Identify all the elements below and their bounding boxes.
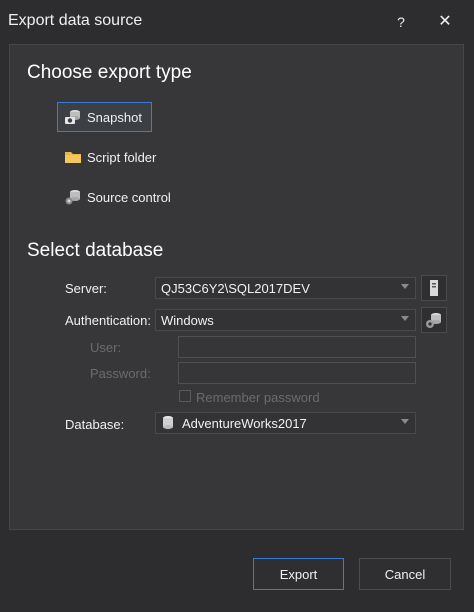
authentication-value: Windows [161,312,214,328]
folder-icon [64,149,82,165]
source-control-label: Source control [87,189,171,205]
close-button[interactable]: ✕ [432,10,458,34]
script-folder-option[interactable]: Script folder [57,142,163,172]
source-control-database-icon [64,189,82,205]
server-label: Server: [65,281,107,296]
user-input[interactable] [178,336,416,358]
browse-server-button[interactable] [421,275,447,301]
remember-password-checkbox[interactable] [179,390,191,402]
chevron-down-icon [401,316,409,321]
password-label: Password: [90,366,151,381]
window-title: Export data source [8,12,143,29]
authentication-label: Authentication: [65,313,152,328]
database-dropdown[interactable]: AdventureWorks2017 [155,412,416,434]
database-label: Database: [65,417,125,432]
cancel-button[interactable]: Cancel [359,558,451,590]
authentication-dropdown[interactable]: Windows [155,309,416,331]
connection-settings-button[interactable] [421,307,447,333]
export-type-heading: Choose export type [27,62,192,83]
export-button[interactable]: Export [253,558,344,590]
select-database-heading: Select database [27,240,164,261]
server-dropdown[interactable]: QJ53C6Y2\SQL2017DEV [155,277,416,299]
source-control-option[interactable]: Source control [57,182,178,212]
camera-database-icon [64,109,82,125]
database-value: AdventureWorks2017 [182,415,307,431]
database-icon [160,415,176,431]
snapshot-label: Snapshot [87,109,142,125]
server-value: QJ53C6Y2\SQL2017DEV [161,280,310,296]
user-label: User: [90,340,122,355]
chevron-down-icon [401,284,409,289]
snapshot-option[interactable]: Snapshot [57,102,152,132]
script-folder-label: Script folder [87,149,157,165]
title-bar: Export data source ? ✕ [0,0,474,44]
password-input[interactable] [178,362,416,384]
help-button[interactable]: ? [388,10,414,34]
remember-password-label: Remember password [196,390,320,405]
chevron-down-icon [401,419,409,424]
